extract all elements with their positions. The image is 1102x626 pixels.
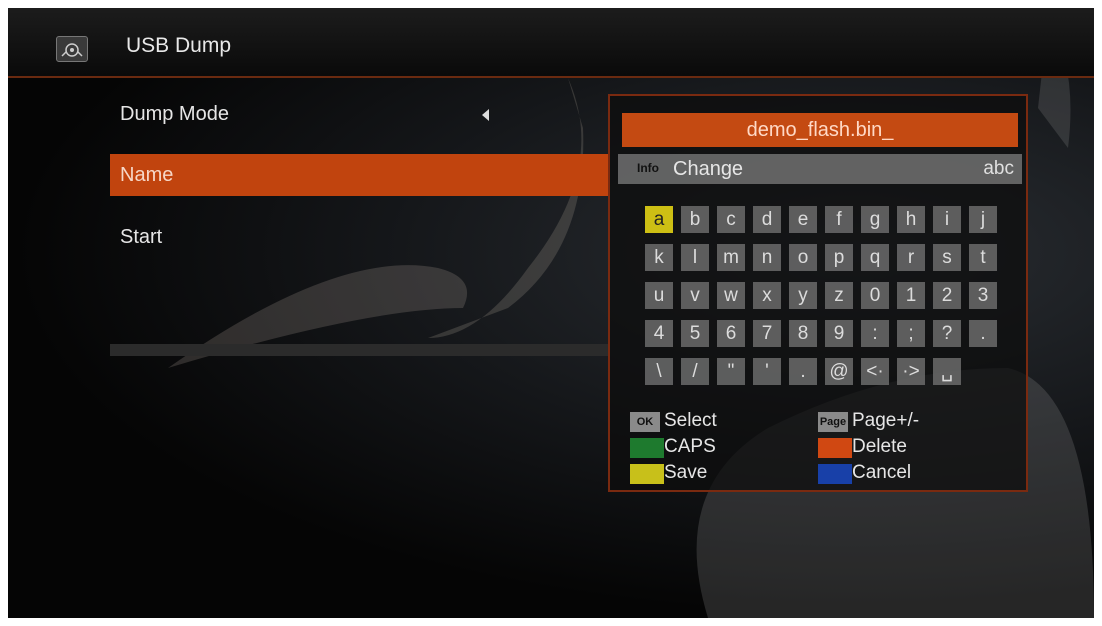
keyboard-key[interactable]: b bbox=[681, 206, 709, 233]
dump-progress-bar bbox=[110, 344, 610, 356]
keyboard-dialog: demo_flash.bin_ Info Change abc abcdefgh… bbox=[608, 94, 1028, 492]
help-cancel: Cancel bbox=[852, 462, 912, 483]
keyboard-key[interactable]: " bbox=[717, 358, 745, 385]
usb-dump-icon bbox=[56, 36, 88, 62]
keyboard-key[interactable]: l bbox=[681, 244, 709, 271]
keyboard-key[interactable]: i bbox=[933, 206, 961, 233]
title-bar: USB Dump bbox=[8, 8, 1094, 78]
keyboard-key[interactable]: g bbox=[861, 206, 889, 233]
keyboard-key[interactable]: 2 bbox=[933, 282, 961, 309]
keyboard-key[interactable]: u bbox=[645, 282, 673, 309]
keyboard-key[interactable]: w bbox=[717, 282, 745, 309]
blue-key-icon bbox=[818, 464, 852, 484]
keyboard-key[interactable]: 7 bbox=[753, 320, 781, 347]
keyboard-key[interactable]: f bbox=[825, 206, 853, 233]
keyboard-key[interactable]: 8 bbox=[789, 320, 817, 347]
keyboard-key[interactable]: c bbox=[717, 206, 745, 233]
info-icon: Info bbox=[637, 161, 659, 175]
ok-button-icon: OK bbox=[630, 412, 660, 432]
keyboard-key[interactable]: d bbox=[753, 206, 781, 233]
keyboard-key[interactable]: <· bbox=[861, 358, 889, 385]
info-bar: Info Change abc bbox=[618, 154, 1022, 184]
keyboard-key[interactable]: j bbox=[969, 206, 997, 233]
keyboard-key[interactable]: x bbox=[753, 282, 781, 309]
keyboard-key[interactable]: o bbox=[789, 244, 817, 271]
keyboard-key[interactable]: k bbox=[645, 244, 673, 271]
keyboard-key[interactable]: 3 bbox=[969, 282, 997, 309]
keyboard-key[interactable]: ·> bbox=[897, 358, 925, 385]
arrow-left-icon[interactable] bbox=[482, 109, 489, 121]
keyboard-key[interactable]: e bbox=[789, 206, 817, 233]
keyboard-key[interactable]: p bbox=[825, 244, 853, 271]
help-delete: Delete bbox=[852, 436, 907, 457]
green-key-icon bbox=[630, 438, 664, 458]
keyboard-key[interactable]: 5 bbox=[681, 320, 709, 347]
keyboard-key[interactable]: 6 bbox=[717, 320, 745, 347]
input-mode-label: abc bbox=[983, 158, 1014, 179]
keyboard-key[interactable]: z bbox=[825, 282, 853, 309]
keyboard-key[interactable]: s bbox=[933, 244, 961, 271]
keyboard-key[interactable]: v bbox=[681, 282, 709, 309]
menu-item-dump-mode[interactable]: Dump Mode bbox=[110, 93, 610, 135]
keyboard-key[interactable]: ' bbox=[753, 358, 781, 385]
keyboard-key[interactable]: y bbox=[789, 282, 817, 309]
page-button-icon: Page bbox=[818, 412, 848, 432]
menu-item-label: Name bbox=[120, 164, 174, 186]
menu-item-name[interactable]: Name bbox=[110, 154, 610, 196]
keyboard-key[interactable]: 1 bbox=[897, 282, 925, 309]
keyboard-key[interactable]: a bbox=[645, 206, 673, 233]
keyboard-key[interactable]: m bbox=[717, 244, 745, 271]
help-page: Page+/- bbox=[852, 410, 920, 431]
menu-item-start[interactable]: Start bbox=[110, 216, 610, 258]
keyboard-key[interactable]: \ bbox=[645, 358, 673, 385]
keyboard-key[interactable]: : bbox=[861, 320, 889, 347]
help-select: Select bbox=[664, 410, 717, 431]
info-action-label: Change bbox=[673, 158, 744, 180]
keyboard-key[interactable]: t bbox=[969, 244, 997, 271]
keyboard-key[interactable]: h bbox=[897, 206, 925, 233]
keyboard-key[interactable]: q bbox=[861, 244, 889, 271]
yellow-key-icon bbox=[630, 464, 664, 484]
page-title: USB Dump bbox=[126, 34, 232, 57]
keyboard-key[interactable]: n bbox=[753, 244, 781, 271]
keyboard-key[interactable]: . bbox=[789, 358, 817, 385]
menu-item-label: Start bbox=[120, 226, 163, 248]
red-key-icon bbox=[818, 438, 852, 458]
keyboard-key[interactable]: ; bbox=[897, 320, 925, 347]
keyboard-key[interactable]: ␣ bbox=[933, 358, 961, 385]
help-caps: CAPS bbox=[664, 436, 716, 457]
keyboard-key[interactable]: 0 bbox=[861, 282, 889, 309]
keyboard-key[interactable]: ? bbox=[933, 320, 961, 347]
keyboard-key[interactable]: @ bbox=[825, 358, 853, 385]
keyboard-key[interactable]: 4 bbox=[645, 320, 673, 347]
keyboard-key[interactable]: . bbox=[969, 320, 997, 347]
keyboard-key[interactable]: r bbox=[897, 244, 925, 271]
keyboard-key[interactable]: 9 bbox=[825, 320, 853, 347]
keyboard-key[interactable]: / bbox=[681, 358, 709, 385]
help-save: Save bbox=[664, 462, 708, 483]
name-input[interactable]: demo_flash.bin_ bbox=[622, 113, 1018, 147]
tv-screen: USB Dump Dump Mode Name Start demo_flash… bbox=[8, 8, 1094, 618]
menu-item-label: Dump Mode bbox=[120, 103, 229, 125]
